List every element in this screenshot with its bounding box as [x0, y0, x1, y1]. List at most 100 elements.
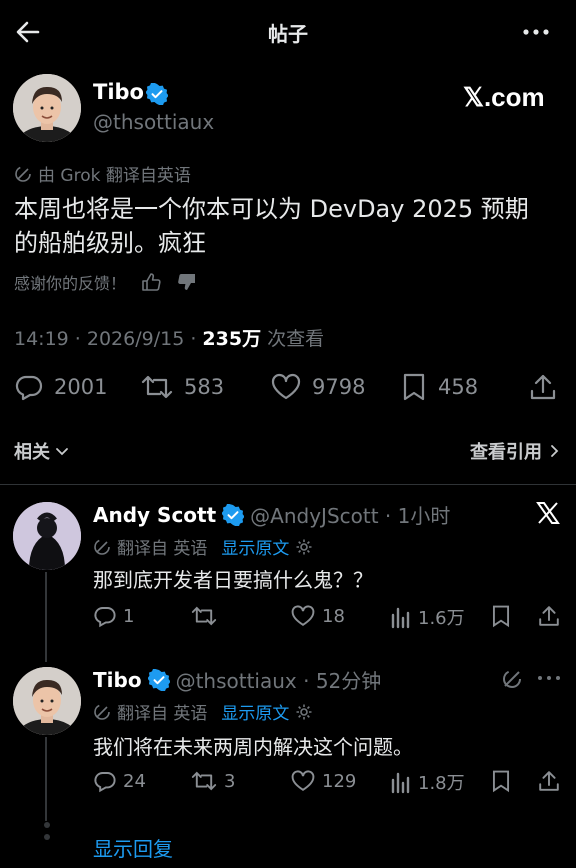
- reply-button[interactable]: 1: [93, 604, 134, 628]
- share-icon: [537, 604, 561, 628]
- like-icon: [290, 769, 316, 793]
- views-icon: [390, 605, 412, 629]
- translated-label: 翻译自 英语: [117, 704, 208, 724]
- repost-icon: [140, 372, 174, 402]
- bookmark-count: 458: [438, 375, 479, 399]
- post-time: 14:19 · 2026/9/15 ·: [14, 328, 203, 350]
- post-text-line: 的船舶级别。疯狂: [14, 229, 206, 257]
- reply-header: Andy Scott @AndyJScott · 1小时: [93, 500, 450, 529]
- views-button[interactable]: 1.8万: [390, 769, 465, 795]
- reply-icon: [93, 604, 117, 628]
- view-quotes-link[interactable]: 查看引用: [470, 438, 562, 464]
- reply-text: 我们将在未来两周内解决这个问题。: [93, 735, 413, 759]
- reply-count: 24: [123, 770, 146, 792]
- reply-handle-time[interactable]: @thsottiaux · 52分钟: [176, 665, 382, 694]
- avatar[interactable]: [13, 74, 81, 142]
- share-icon: [528, 372, 558, 402]
- reply-author-name[interactable]: Tibo: [93, 668, 142, 692]
- show-original-link[interactable]: 显示原文: [221, 699, 289, 724]
- reply-button[interactable]: 2001: [14, 372, 107, 402]
- post-text: 本周也将是一个你本可以为 DevDay 2025 预期 的船舶级别。疯狂: [14, 192, 562, 260]
- x-logo-icon[interactable]: [535, 500, 561, 526]
- related-row: 相关 查看引用: [14, 438, 562, 464]
- reply-header: Tibo @thsottiaux · 52分钟: [93, 665, 381, 694]
- page-title: 帖子: [268, 22, 308, 46]
- reply-count: 2001: [54, 375, 108, 399]
- thread-line: [45, 737, 47, 821]
- verified-badge-icon: [146, 83, 168, 105]
- bookmark-button[interactable]: 458: [400, 372, 478, 402]
- divider: [0, 484, 576, 485]
- verified-badge-icon: [147, 668, 170, 691]
- share-button[interactable]: [537, 769, 561, 793]
- author-handle[interactable]: @thsottiaux: [93, 110, 214, 134]
- top-bar: 帖子: [0, 0, 576, 64]
- repost-count: 3: [224, 770, 236, 792]
- thumbs-up-icon[interactable]: [140, 271, 162, 293]
- bookmark-button[interactable]: [490, 604, 512, 628]
- show-original-link[interactable]: 显示原文: [221, 534, 289, 559]
- views-count: 1.8万: [418, 773, 465, 794]
- repost-button[interactable]: 3: [190, 769, 235, 793]
- bookmark-icon: [400, 372, 428, 402]
- author-name[interactable]: Tibo: [93, 80, 144, 104]
- like-button[interactable]: 18: [290, 604, 345, 628]
- translation-note: 由 Grok 翻译自英语: [14, 161, 191, 186]
- like-count: 129: [322, 770, 357, 792]
- bookmark-icon: [490, 604, 512, 628]
- related-label: 相关: [14, 442, 50, 463]
- reply-translation-note: 翻译自 英语 显示原文: [93, 534, 313, 559]
- reply-icon: [14, 372, 44, 402]
- thread-line: [45, 572, 47, 662]
- reply-icon: [93, 769, 117, 793]
- like-count: 9798: [312, 375, 366, 399]
- repost-button[interactable]: [190, 604, 224, 628]
- like-count: 18: [322, 605, 345, 627]
- more-icon[interactable]: [520, 18, 552, 46]
- reply-text: 那到底开发者日要搞什么鬼？？: [93, 568, 373, 592]
- repost-icon: [190, 604, 218, 628]
- bookmark-icon: [490, 769, 512, 793]
- like-button[interactable]: 129: [290, 769, 356, 793]
- show-replies-link[interactable]: 显示回复: [93, 833, 173, 862]
- thread-dot: [44, 822, 50, 828]
- views-button[interactable]: 1.6万: [390, 604, 465, 630]
- reply-translation-note: 翻译自 英语 显示原文: [93, 699, 313, 724]
- reply-handle-time[interactable]: @AndyJScott · 1小时: [250, 500, 450, 529]
- avatar[interactable]: [13, 502, 81, 570]
- repost-button[interactable]: 583: [140, 372, 224, 402]
- views-icon: [390, 770, 412, 794]
- like-icon: [270, 372, 302, 402]
- grok-icon[interactable]: [500, 667, 524, 691]
- verified-badge-icon: [222, 503, 245, 526]
- gear-icon[interactable]: [295, 538, 313, 556]
- translation-feedback: 感谢你的反馈！: [14, 270, 198, 294]
- gear-icon[interactable]: [295, 703, 313, 721]
- share-button[interactable]: [537, 604, 561, 628]
- view-quotes-label: 查看引用: [470, 442, 542, 463]
- share-icon: [537, 769, 561, 793]
- like-icon: [290, 604, 316, 628]
- post-meta: 14:19 · 2026/9/15 · 235万 次查看: [14, 324, 324, 351]
- translate-icon: [93, 703, 111, 721]
- reply-button[interactable]: 24: [93, 769, 146, 793]
- translated-label: 翻译自 英语: [117, 539, 208, 559]
- chevron-right-icon: [548, 443, 562, 459]
- reply-count: 1: [123, 605, 135, 627]
- view-count: 235万: [202, 328, 262, 350]
- related-dropdown[interactable]: 相关: [14, 438, 70, 464]
- post-actions: 2001 583 9798 458: [0, 368, 576, 410]
- share-button[interactable]: [528, 372, 558, 402]
- chevron-down-icon: [54, 443, 70, 459]
- more-icon[interactable]: [536, 670, 562, 686]
- avatar[interactable]: [13, 667, 81, 735]
- translation-note-text: 由 Grok 翻译自英语: [38, 166, 191, 186]
- view-label: 次查看: [261, 328, 325, 350]
- thumbs-down-icon[interactable]: [176, 271, 198, 293]
- x-logo-icon: 𝕏.com: [463, 82, 545, 112]
- repost-count: 583: [184, 375, 225, 399]
- reply-author-name[interactable]: Andy Scott: [93, 503, 216, 527]
- bookmark-button[interactable]: [490, 769, 512, 793]
- like-button[interactable]: 9798: [270, 372, 365, 402]
- translate-icon: [93, 538, 111, 556]
